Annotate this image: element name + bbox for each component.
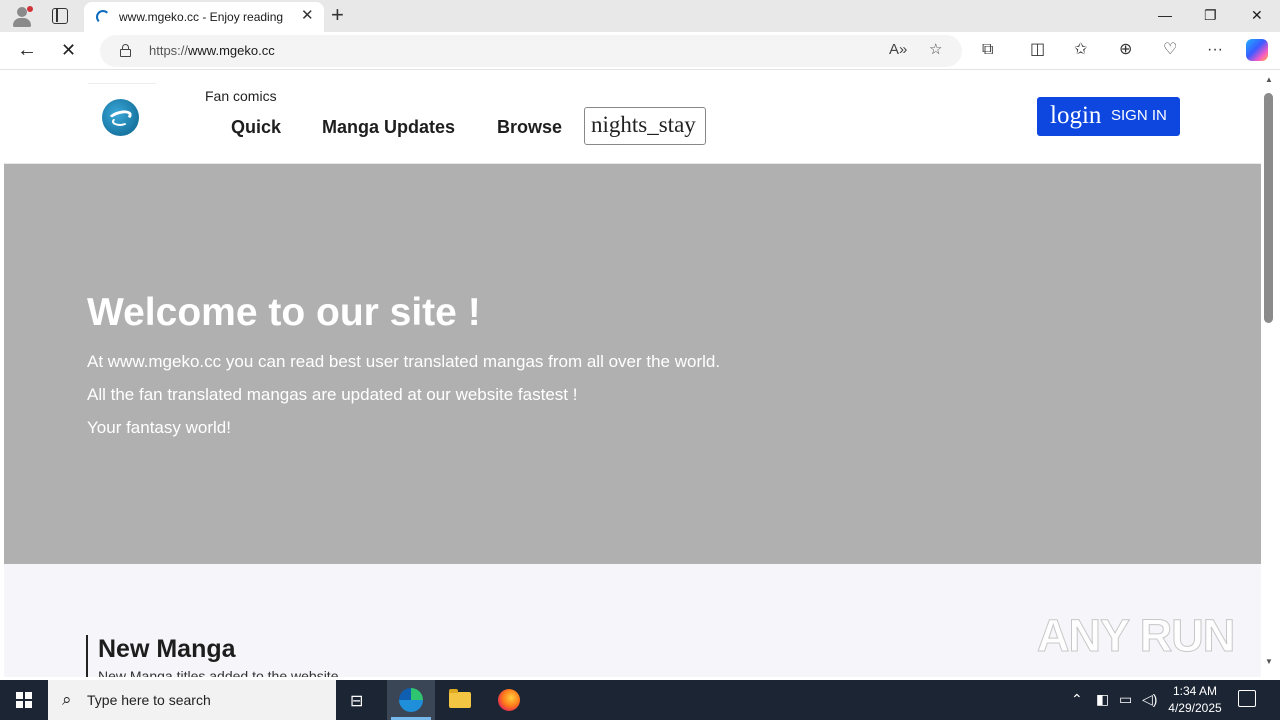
browser-tab-strip: www.mgeko.cc - Enjoy reading ✕ + — ❐ ✕ [0,0,1280,32]
section-accent-bar [86,635,88,677]
section-subtitle: New Manga titles added to the website [98,668,339,677]
windows-start-icon[interactable] [16,692,32,708]
search-button[interactable]: nights_stay [584,107,706,145]
firefox-taskbar-app[interactable] [485,680,533,720]
browser-essentials-icon[interactable]: ♡ [1163,40,1177,60]
tab-close-icon[interactable]: ✕ [301,8,314,24]
scroll-up-icon[interactable]: ▲ [1265,75,1273,84]
stop-loading-icon[interactable]: ✕ [61,39,76,61]
edge-icon [399,688,423,712]
anyrun-watermark: ANY RUN [1036,610,1235,662]
hero-line-3: Your fantasy world! [87,418,231,437]
login-label: login [1050,102,1102,129]
address-bar[interactable]: https://www.mgeko.cc A» ☆ [100,35,962,67]
file-explorer-taskbar-app[interactable] [436,680,484,720]
chevron-up-icon[interactable]: ⌃ [1071,691,1083,708]
sign-in-label: SIGN IN [1111,107,1167,124]
edge-taskbar-app[interactable] [387,680,435,720]
hero-line-1: At www.mgeko.cc you can read best user t… [87,352,721,371]
network-icon[interactable]: ▭ [1119,691,1132,708]
volume-icon[interactable]: ◁) [1142,691,1157,708]
site-tagline: Fan comics [205,88,277,104]
back-arrow-icon[interactable]: ← [17,39,37,61]
section-title: New Manga [98,635,236,663]
scrollbar-thumb[interactable] [1264,93,1273,323]
header-divider [88,83,156,84]
minimize-button[interactable]: — [1158,6,1172,24]
clock-date: 4/29/2025 [1168,701,1222,715]
site-header: Fan comics Quick Manga Updates Browse ni… [4,71,1261,164]
split-screen-icon[interactable]: ◫ [1030,40,1045,60]
meet-now-icon[interactable]: ◧ [1096,691,1109,708]
lock-icon[interactable] [120,44,131,57]
nav-quick[interactable]: Quick [231,117,281,138]
new-tab-button[interactable]: + [331,3,344,27]
restore-button[interactable]: ❐ [1204,6,1217,24]
windows-taskbar: ⌕ Type here to search ⊟ ⌃ ◧ ▭ ◁) 1:34 AM… [0,680,1280,720]
taskbar-search[interactable]: ⌕ Type here to search [48,680,336,720]
favorites-icon[interactable]: ✩ [1074,40,1087,60]
page-scrollbar[interactable]: ▲ ▼ [1261,71,1280,677]
browser-tab[interactable]: www.mgeko.cc - Enjoy reading ✕ [84,2,324,32]
hero-banner: Welcome to our site ! At www.mgeko.cc yo… [4,164,1261,564]
login-button[interactable]: login SIGN IN [1037,97,1180,136]
firefox-icon [498,689,520,711]
folder-icon [449,689,471,708]
close-window-button[interactable]: ✕ [1251,6,1263,24]
task-view-icon[interactable]: ⊟ [350,691,363,711]
favorite-star-icon[interactable]: ☆ [929,41,942,59]
tab-actions-icon[interactable] [52,8,68,24]
hero-line-2: All the fan translated mangas are update… [87,385,578,404]
loading-spinner-icon [96,10,110,24]
collections-icon[interactable]: ⊕ [1119,40,1132,60]
url-text[interactable]: https://www.mgeko.cc [149,43,275,58]
taskbar-search-placeholder: Type here to search [87,692,211,708]
tab-title: www.mgeko.cc - Enjoy reading [119,10,284,24]
notification-icon[interactable] [1238,690,1256,707]
taskbar-clock[interactable]: 1:34 AM 4/29/2025 [1160,683,1230,717]
nav-browse[interactable]: Browse [497,117,562,138]
more-icon[interactable]: ··· [1207,40,1223,60]
extensions-icon[interactable]: ⧉ [982,40,993,60]
clock-time: 1:34 AM [1172,684,1218,698]
search-icon: ⌕ [62,690,72,709]
profile-icon[interactable] [10,4,34,28]
site-logo[interactable] [102,99,139,136]
scroll-down-icon[interactable]: ▼ [1265,657,1273,666]
browser-toolbar: ← ✕ https://www.mgeko.cc A» ☆ ⧉ ◫ ✩ ⊕ ♡ … [0,32,1280,70]
copilot-icon[interactable] [1246,39,1268,61]
nav-manga-updates[interactable]: Manga Updates [322,117,455,138]
read-aloud-icon[interactable]: A» [889,41,907,59]
hero-title: Welcome to our site ! [87,291,481,334]
web-page: Fan comics Quick Manga Updates Browse ni… [4,71,1261,677]
